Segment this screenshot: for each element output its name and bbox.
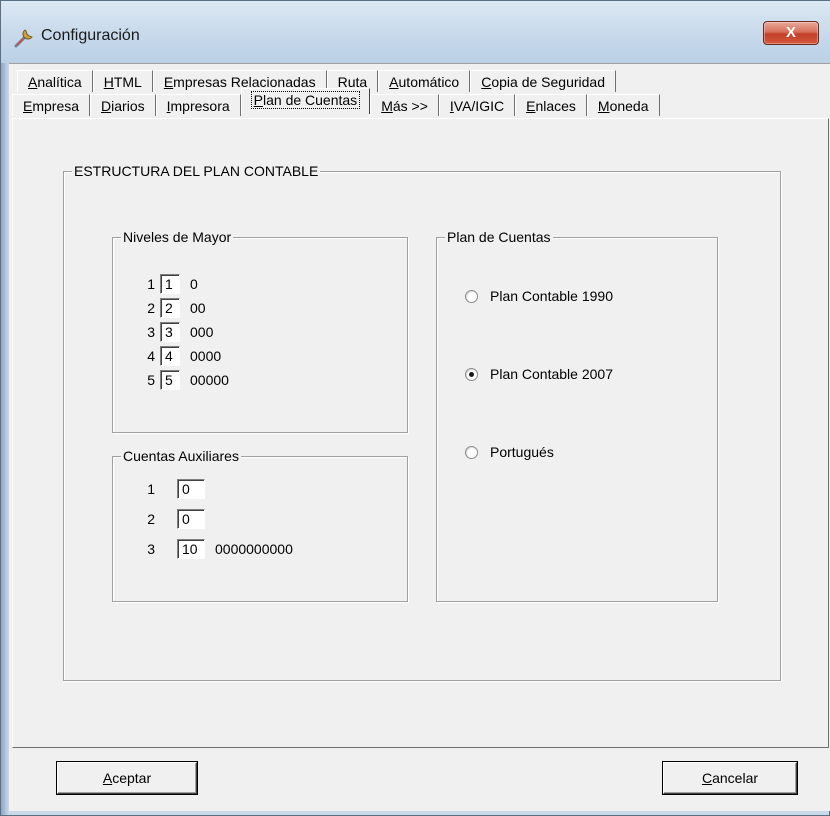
tab-plan-de-cuentas[interactable]: Plan de Cuentas	[240, 88, 371, 114]
plan-option-label: Portugués	[490, 444, 554, 460]
aux-row: 20	[143, 509, 215, 529]
tab-row-2: Empresa Diarios Impresora Plan de Cuentas Má…	[12, 88, 660, 116]
radio-button[interactable]	[465, 289, 478, 303]
tab-mnemonic: D	[101, 98, 112, 114]
tab-label: ás >>	[392, 98, 428, 114]
nivel-row: 110	[143, 274, 198, 294]
dialog-client: Analítica HTML Empresas Relacionadas Ruta Au…	[9, 63, 830, 811]
radio-button[interactable]	[465, 445, 478, 459]
nivel-number: 3	[147, 324, 155, 340]
tab-label: TML	[113, 74, 142, 90]
tab-automático[interactable]: Automático	[378, 70, 471, 92]
tab-moneda[interactable]: Moneda	[586, 94, 660, 116]
cancel-button[interactable]: Cancelar	[663, 762, 797, 794]
radio-button[interactable]	[465, 367, 478, 381]
accept-button[interactable]: Aceptar	[57, 762, 197, 794]
tab-label: nalítica	[37, 74, 82, 90]
structure-group-label: ESTRUCTURA DEL PLAN CONTABLE	[72, 163, 321, 179]
tab-iva-igic[interactable]: IVA/IGIC	[438, 94, 516, 116]
cuentas-auxiliares-label: Cuentas Auxiliares	[121, 448, 241, 464]
nivel-number: 4	[147, 348, 155, 364]
structure-groupbox: ESTRUCTURA DEL PLAN CONTABLE Niveles de …	[63, 163, 781, 681]
tab-label: oneda	[609, 98, 649, 114]
tab-label: opia de Seguridad	[491, 74, 605, 90]
plan-cuentas-groupbox: Plan de Cuentas Plan Contable 1990 Plan C…	[436, 229, 718, 602]
nivel-input[interactable]: 2	[160, 298, 180, 318]
tab-label: VA/IGIC	[453, 98, 505, 114]
cancel-label: ancelar	[712, 770, 759, 786]
nivel-row: 4 4 0000	[143, 346, 221, 366]
plan-option[interactable]: Portugués	[465, 444, 554, 460]
tab-label: nlaces	[535, 98, 576, 114]
aux-row: 3 10 0000000000	[143, 539, 293, 559]
tab-mnemonic: P	[253, 92, 263, 108]
plan-option[interactable]: Plan Contable 2007	[465, 366, 613, 382]
aux-input[interactable]: 10	[177, 539, 205, 559]
aux-row: 10	[143, 479, 215, 499]
nivel-number: 5	[147, 372, 155, 388]
nivel-input[interactable]: 5	[160, 370, 180, 390]
tab-label: mpresora	[170, 98, 230, 114]
nivel-row: 5 5 00000	[143, 370, 229, 390]
tab-analítica[interactable]: Analítica	[17, 70, 93, 92]
tab-page-plan-de-cuentas: ESTRUCTURA DEL PLAN CONTABLE Niveles de …	[12, 118, 829, 748]
nivel-input[interactable]: 1	[160, 274, 180, 294]
accept-label: ceptar	[112, 770, 152, 786]
aux-number: 3	[147, 541, 155, 557]
cuentas-auxiliares-groupbox: Cuentas Auxiliares 1 0 2 0 3 10 0000000000	[112, 448, 408, 602]
nivel-row: 3 3 000	[143, 322, 213, 342]
tab-mnemonic: E	[163, 74, 174, 90]
tab-impresora[interactable]: Impresora	[155, 94, 241, 116]
plan-option[interactable]: Plan Contable 1990	[465, 288, 613, 304]
tab-empresa[interactable]: Empresa	[12, 94, 91, 116]
title-bar[interactable]: Configuración X	[1, 1, 830, 63]
tab-label: iarios	[111, 98, 145, 114]
nivel-input[interactable]: 3	[160, 322, 180, 342]
aux-mask: 0000000000	[215, 541, 293, 557]
tab-mnemonic: H	[103, 74, 114, 90]
tab-mnemonic: A	[389, 74, 399, 90]
tab-diarios[interactable]: Diarios	[90, 94, 156, 116]
nivel-mask: 000	[190, 324, 214, 340]
cancel-mnemonic: C	[701, 770, 713, 786]
plan-option-label: Plan Contable 1990	[490, 288, 613, 304]
aux-input[interactable]: 0	[177, 479, 205, 499]
aux-input[interactable]: 0	[177, 509, 205, 529]
tab-copia-de-seguridad[interactable]: Copia de Seguridad	[470, 70, 616, 92]
nivel-row: 2 2 00	[143, 298, 206, 318]
tab-label: utomático	[398, 74, 460, 90]
tab-mnemonic: M	[597, 98, 610, 114]
nivel-mask: 0	[190, 276, 198, 292]
wrench-icon	[14, 29, 33, 48]
config-window: Configuración X Analítica HTML Empresas Re…	[0, 0, 830, 816]
tab-mnemonic: E	[23, 98, 33, 114]
tab-más-[interactable]: Más >>	[370, 94, 439, 116]
window-title: Configuración	[41, 27, 140, 44]
nivel-number: 1	[147, 276, 155, 292]
niveles-mayor-groupbox: Niveles de Mayor 1 1 0 2 2 00 3 3 000 4 4 0000 5 5 000…	[112, 229, 408, 433]
plan-option-label: Plan Contable 2007	[490, 366, 613, 382]
nivel-mask: 0000	[190, 348, 222, 364]
nivel-input[interactable]: 4	[160, 346, 180, 366]
close-button[interactable]: X	[763, 21, 819, 45]
tab-mnemonic: M	[381, 98, 393, 114]
nivel-mask: 00	[190, 300, 206, 316]
tab-html[interactable]: HTML	[92, 70, 153, 92]
plan-cuentas-label: Plan de Cuentas	[445, 229, 553, 245]
niveles-mayor-label: Niveles de Mayor	[121, 229, 234, 245]
aux-number: 2	[147, 511, 155, 527]
tab-mnemonic: A	[28, 74, 38, 90]
nivel-number: 2	[147, 300, 155, 316]
accept-mnemonic: A	[102, 770, 113, 786]
tab-label: lan de Cuentas	[263, 92, 358, 108]
nivel-mask: 00000	[190, 372, 229, 388]
tab-label: mpresa	[32, 98, 80, 114]
tab-enlaces[interactable]: Enlaces	[515, 94, 587, 116]
tab-mnemonic: C	[481, 74, 492, 90]
aux-number: 1	[147, 481, 155, 497]
